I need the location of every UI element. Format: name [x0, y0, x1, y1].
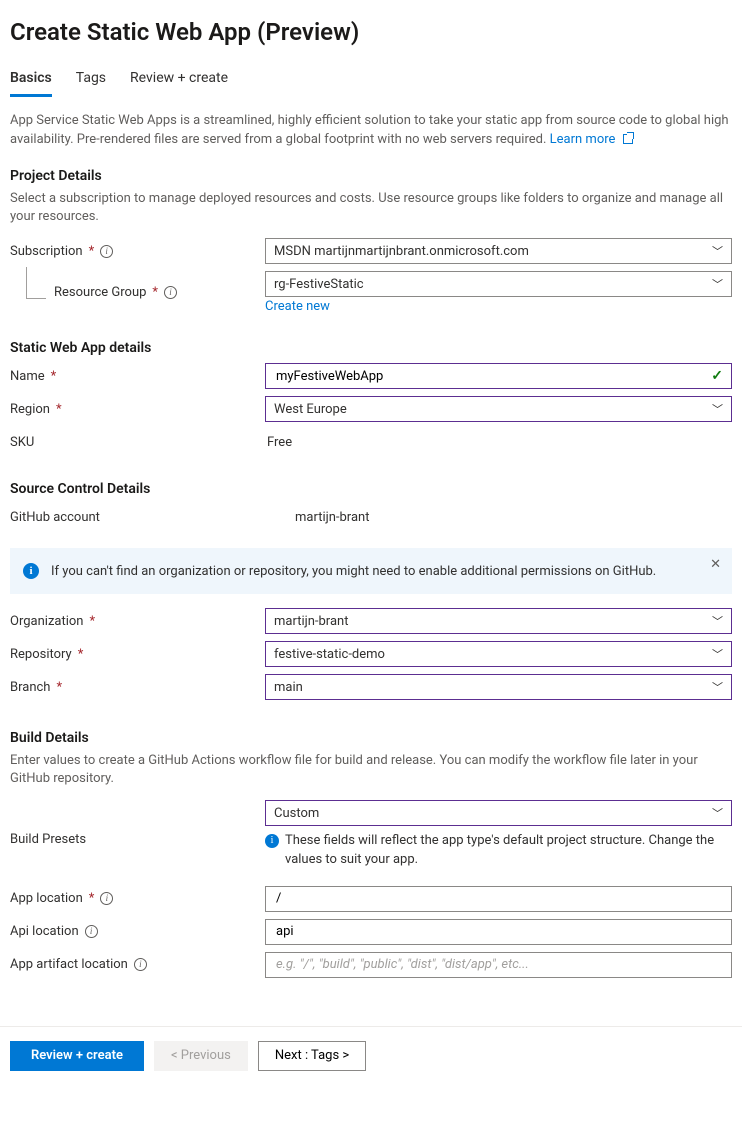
subscription-select[interactable]: MSDN martijnmartijnbrant.onmicrosoft.com… — [265, 238, 732, 264]
api-location-label: Api location — [10, 924, 79, 939]
build-presets-hint-text: These fields will reflect the app type's… — [285, 832, 732, 868]
info-icon[interactable]: i — [134, 958, 147, 971]
repository-value: festive-static-demo — [274, 647, 385, 662]
required-asterisk: * — [89, 244, 95, 259]
build-presets-label: Build Presets — [10, 832, 86, 847]
required-asterisk: * — [89, 891, 95, 906]
section-sub-project: Select a subscription to manage deployed… — [10, 190, 732, 226]
close-icon[interactable]: ✕ — [710, 557, 721, 572]
chevron-down-icon: ﹀ — [712, 679, 723, 695]
organization-label: Organization — [10, 614, 83, 629]
repository-select[interactable]: festive-static-demo ﹀ — [265, 641, 732, 667]
sku-value: Free — [265, 435, 292, 450]
region-label: Region — [10, 402, 50, 417]
info-icon[interactable]: i — [100, 245, 113, 258]
resource-group-label: Resource Group — [54, 285, 146, 300]
section-title-swa: Static Web App details — [10, 340, 732, 356]
organization-value: martijn-brant — [274, 614, 348, 629]
region-value: West Europe — [274, 402, 347, 417]
footer-bar: Review + create < Previous Next : Tags > — [0, 1026, 742, 1087]
info-icon[interactable]: i — [85, 925, 98, 938]
build-presets-hint: i These fields will reflect the app type… — [265, 832, 732, 868]
tab-basics[interactable]: Basics — [10, 64, 52, 97]
region-select[interactable]: West Europe ﹀ — [265, 396, 732, 422]
branch-select[interactable]: main ﹀ — [265, 674, 732, 700]
section-title-build: Build Details — [10, 730, 732, 746]
page-title: Create Static Web App (Preview) — [10, 18, 732, 46]
permissions-info-banner: i If you can't find an organization or r… — [10, 548, 732, 594]
info-icon[interactable]: i — [164, 286, 177, 299]
app-location-input[interactable] — [274, 887, 723, 911]
tab-tags[interactable]: Tags — [76, 64, 106, 97]
subscription-value: MSDN martijnmartijnbrant.onmicrosoft.com — [274, 244, 529, 259]
api-location-wrap — [265, 919, 732, 945]
name-label: Name — [10, 369, 45, 384]
chevron-down-icon: ﹀ — [712, 613, 723, 629]
artifact-location-input[interactable] — [274, 953, 723, 977]
build-presets-value: Custom — [274, 806, 319, 821]
learn-more-label: Learn more — [550, 132, 616, 147]
learn-more-link[interactable]: Learn more — [550, 132, 633, 147]
artifact-location-wrap — [265, 952, 732, 978]
name-input[interactable] — [274, 364, 711, 388]
section-title-source: Source Control Details — [10, 481, 732, 497]
required-asterisk: * — [78, 647, 84, 662]
required-asterisk: * — [56, 402, 62, 417]
branch-label: Branch — [10, 680, 50, 695]
resource-group-select[interactable]: rg-FestiveStatic ﹀ — [265, 271, 732, 297]
subscription-label: Subscription — [10, 244, 83, 259]
external-link-icon — [623, 134, 633, 144]
tab-review-create[interactable]: Review + create — [130, 64, 228, 97]
resource-group-value: rg-FestiveStatic — [274, 277, 364, 292]
github-account-value: martijn-brant — [265, 510, 369, 525]
info-icon[interactable]: i — [100, 892, 113, 905]
app-location-wrap — [265, 886, 732, 912]
tabs: Basics Tags Review + create — [10, 64, 732, 98]
review-create-button[interactable]: Review + create — [10, 1041, 144, 1071]
repository-label: Repository — [10, 647, 72, 662]
intro-text: App Service Static Web Apps is a streaml… — [10, 112, 732, 150]
artifact-location-label: App artifact location — [10, 957, 128, 972]
chevron-down-icon: ﹀ — [712, 276, 723, 292]
api-location-input[interactable] — [274, 920, 723, 944]
info-icon: i — [23, 563, 39, 579]
github-account-label: GitHub account — [10, 510, 100, 525]
required-asterisk: * — [51, 369, 57, 384]
check-icon: ✓ — [711, 368, 723, 384]
section-title-project: Project Details — [10, 168, 732, 184]
build-presets-select[interactable]: Custom ﹀ — [265, 800, 732, 826]
branch-value: main — [274, 680, 303, 695]
next-button[interactable]: Next : Tags > — [258, 1041, 366, 1071]
section-sub-build: Enter values to create a GitHub Actions … — [10, 752, 732, 788]
chevron-down-icon: ﹀ — [712, 646, 723, 662]
banner-text: If you can't find an organization or rep… — [51, 564, 656, 579]
required-asterisk: * — [152, 285, 158, 300]
name-input-wrap: ✓ — [265, 363, 732, 389]
required-asterisk: * — [56, 680, 62, 695]
previous-button: < Previous — [154, 1041, 248, 1071]
chevron-down-icon: ﹀ — [712, 401, 723, 417]
chevron-down-icon: ﹀ — [712, 805, 723, 821]
info-icon: i — [265, 834, 279, 848]
create-new-link[interactable]: Create new — [265, 299, 330, 314]
sku-label: SKU — [10, 435, 34, 450]
tree-connector — [26, 267, 46, 299]
organization-select[interactable]: martijn-brant ﹀ — [265, 608, 732, 634]
chevron-down-icon: ﹀ — [712, 243, 723, 259]
app-location-label: App location — [10, 891, 83, 906]
required-asterisk: * — [89, 614, 95, 629]
